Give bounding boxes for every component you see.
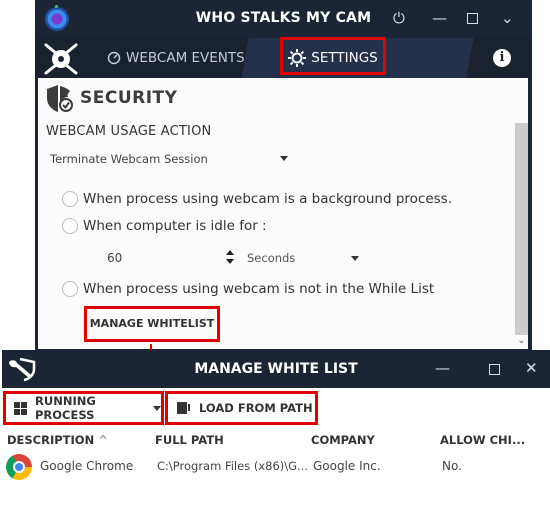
button-label: LOAD FROM PATH — [199, 401, 313, 415]
option-label: When process using webcam is not in the … — [83, 281, 435, 297]
running-process-button[interactable]: RUNNING PROCESS — [3, 391, 164, 425]
column-header-full-path[interactable]: FULL PATH — [155, 433, 224, 447]
tab-webcam-events[interactable]: WEBCAM EVENTS — [107, 38, 245, 78]
row-company[interactable]: Google Inc. — [313, 459, 381, 473]
dropdown-value: Seconds — [247, 251, 296, 265]
maximize-button[interactable] — [489, 364, 500, 375]
radio-button[interactable] — [62, 281, 78, 297]
usage-action-dropdown[interactable]: Terminate Webcam Session — [50, 152, 288, 166]
sort-ascending-icon: ^ — [98, 433, 108, 447]
security-shield-icon — [47, 85, 73, 112]
gauge-icon — [107, 51, 121, 65]
idle-duration-stepper[interactable] — [226, 249, 234, 265]
dropdown-value: Terminate Webcam Session — [50, 152, 208, 166]
option-background-process[interactable]: When process using webcam is a backgroun… — [62, 191, 452, 207]
security-heading: SECURITY — [44, 83, 177, 113]
option-not-in-whitelist[interactable]: When process using webcam is not in the … — [62, 281, 434, 297]
chrome-icon — [6, 454, 32, 480]
minimize-button[interactable]: — — [432, 9, 447, 27]
whitelist-window-title: MANAGE WHITE LIST — [194, 361, 358, 377]
option-label: When process using webcam is a backgroun… — [83, 191, 452, 207]
window-title: WHO STALKS MY CAM — [195, 10, 372, 26]
webcam-usage-action-label: WEBCAM USAGE ACTION — [46, 124, 212, 139]
manage-whitelist-button[interactable]: MANAGE WHITELIST — [84, 306, 220, 342]
close-button[interactable]: ✕ — [525, 359, 538, 377]
chevron-down-icon[interactable]: ⌄ — [501, 9, 514, 27]
screenshot-root: WHO STALKS MY CAM ⏻ — ⌄ WEBCAM EVENTS SE… — [0, 0, 550, 519]
caret-down-icon — [153, 405, 161, 411]
scrollbar[interactable] — [515, 123, 528, 335]
minimize-button[interactable]: — — [435, 359, 450, 377]
idle-duration-input[interactable]: 60 — [107, 251, 122, 265]
title-bar: WHO STALKS MY CAM ⏻ — ⌄ — [35, 0, 532, 38]
info-icon[interactable]: i — [493, 49, 511, 67]
stepper-down-icon[interactable] — [226, 259, 234, 264]
row-allow-child[interactable]: No. — [442, 459, 462, 473]
option-idle[interactable]: When computer is idle for : — [62, 218, 267, 234]
column-header-company[interactable]: COMPANY — [311, 433, 375, 447]
radio-button[interactable] — [62, 218, 78, 234]
row-full-path[interactable]: C:\Program Files (x86)\G... — [157, 459, 308, 473]
button-label: RUNNING PROCESS — [35, 394, 96, 422]
whitelist-title-bar: MANAGE WHITE LIST — ✕ — [2, 350, 550, 388]
load-from-path-button[interactable]: LOAD FROM PATH — [165, 391, 318, 425]
scroll-down-icon[interactable]: ⌄ — [515, 335, 528, 349]
option-label: When computer is idle for : — [83, 218, 267, 234]
caret-down-icon — [280, 156, 288, 161]
power-icon[interactable]: ⏻ — [393, 9, 405, 27]
maximize-button[interactable] — [467, 13, 478, 24]
section-title: SECURITY — [80, 88, 178, 108]
idle-unit-dropdown[interactable]: Seconds — [247, 251, 359, 265]
column-header-allow-child[interactable]: ALLOW CHI... — [440, 433, 525, 447]
windows-icon — [14, 401, 27, 415]
column-header-description[interactable]: DESCRIPTION ^ — [7, 433, 108, 447]
settings-content: SECURITY WEBCAM USAGE ACTION Terminate W… — [38, 78, 528, 349]
annotation-highlight-settings — [280, 37, 386, 75]
caret-down-icon — [351, 256, 359, 261]
radio-button[interactable] — [62, 191, 78, 207]
tab-label: WEBCAM EVENTS — [126, 50, 245, 66]
row-description[interactable]: Google Chrome — [40, 459, 133, 473]
brand-shield-icon — [44, 43, 78, 75]
main-window: WHO STALKS MY CAM ⏻ — ⌄ WEBCAM EVENTS SE… — [35, 0, 532, 352]
folder-icon — [177, 402, 191, 414]
stepper-up-icon[interactable] — [226, 250, 234, 255]
